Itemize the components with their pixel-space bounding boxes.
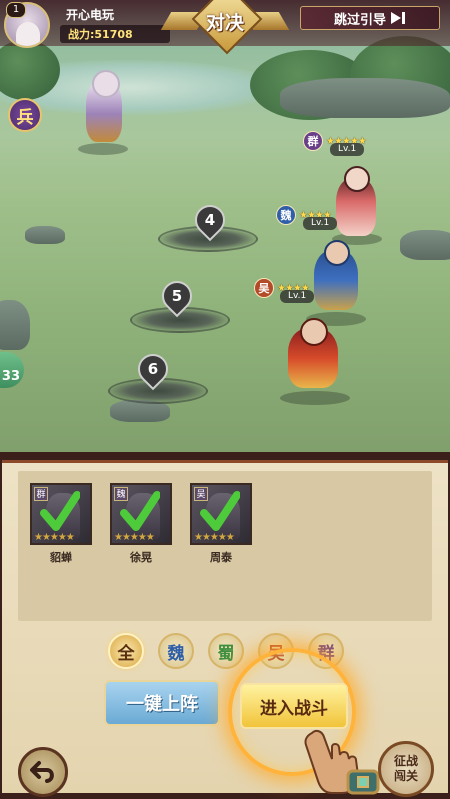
duel-title-text: 对决 bbox=[205, 12, 244, 34]
side-tab-count: 33 bbox=[1, 369, 20, 384]
rock bbox=[280, 78, 450, 118]
hero-name: 貂蝉 bbox=[50, 551, 72, 564]
filter-wei[interactable]: 魏 bbox=[158, 633, 194, 669]
skip-guide-button[interactable]: 跳过引导 bbox=[300, 6, 440, 30]
formation-slot-4[interactable]: 4 bbox=[158, 198, 258, 252]
star-rating: ★★★★★ bbox=[34, 532, 75, 543]
slot-number: 4 bbox=[204, 211, 216, 229]
enemy-level: Lv.1 bbox=[303, 217, 338, 230]
slot-number: 6 bbox=[147, 360, 159, 378]
hero-name: 周泰 bbox=[210, 551, 232, 564]
enemy-level: Lv.1 bbox=[330, 143, 365, 156]
battle-scene: 4 5 6 群 ★★★★★ Lv.1 魏 ★★★★ Lv.1 吴 ★★★★ Lv… bbox=[0, 0, 450, 452]
back-arrow-icon bbox=[30, 761, 54, 783]
back-button[interactable] bbox=[18, 747, 68, 797]
duel-title: 对决 bbox=[160, 0, 290, 55]
formation-slot-5[interactable]: 5 bbox=[130, 274, 230, 333]
enemy-level: Lv.1 bbox=[280, 290, 315, 303]
formation-slot-6[interactable]: 6 bbox=[108, 347, 208, 404]
hero-roster: 群 ★★★★★ 貂蝉 魏 ★★★★★ 徐晃 吴 ★★★★★ 周泰 bbox=[18, 471, 432, 621]
filter-all[interactable]: 全 bbox=[108, 633, 144, 669]
combat-power: 战力:51708 bbox=[60, 25, 170, 43]
star-rating: ★★★★★ bbox=[114, 532, 155, 543]
skip-forward-icon bbox=[391, 12, 405, 24]
combat-power-value: 战力:51708 bbox=[68, 28, 133, 41]
check-icon bbox=[120, 491, 160, 531]
faction-icon: 吴 bbox=[254, 278, 274, 298]
check-icon bbox=[200, 491, 240, 531]
faction-filter-bar: 全 魏 蜀 吴 群 bbox=[2, 633, 448, 671]
slot-number: 5 bbox=[171, 287, 183, 305]
check-icon bbox=[40, 491, 80, 531]
skip-guide-label: 跳过引导 bbox=[333, 12, 386, 28]
filter-shu[interactable]: 蜀 bbox=[208, 633, 244, 669]
rock bbox=[0, 300, 30, 350]
enemy-hero-sprite[interactable] bbox=[322, 160, 392, 245]
lineup-panel-inner: 群 ★★★★★ 貂蝉 魏 ★★★★★ 徐晃 吴 ★★★★★ 周泰 全 魏 蜀 吴… bbox=[2, 460, 448, 797]
faction-icon: 群 bbox=[303, 131, 323, 151]
player-name: 开心电玩 bbox=[66, 8, 115, 22]
hero-card-zhoutai[interactable]: 吴 ★★★★★ bbox=[190, 483, 252, 545]
enemy-hero-sprite[interactable] bbox=[258, 310, 368, 405]
player-level-badge: 1 bbox=[6, 2, 26, 18]
conquer-label-2: 闯关 bbox=[393, 769, 418, 783]
troop-type-button[interactable]: 兵 bbox=[8, 98, 42, 132]
rock bbox=[25, 226, 65, 244]
star-rating: ★★★★★ bbox=[194, 532, 235, 543]
hero-card-xuhuang[interactable]: 魏 ★★★★★ bbox=[110, 483, 172, 545]
lineup-panel: 群 ★★★★★ 貂蝉 魏 ★★★★★ 徐晃 吴 ★★★★★ 周泰 全 魏 蜀 吴… bbox=[0, 452, 450, 799]
pointing-hand-icon bbox=[304, 729, 380, 795]
player-hero-sprite[interactable] bbox=[68, 60, 138, 155]
conquer-stage-button[interactable]: 征战 闯关 bbox=[378, 741, 434, 797]
one-click-deploy-button[interactable]: 一键上阵 bbox=[104, 680, 220, 726]
faction-icon: 魏 bbox=[276, 205, 296, 225]
conquer-label-1: 征战 bbox=[393, 754, 418, 768]
enter-battle-button[interactable]: 进入战斗 bbox=[240, 683, 348, 729]
hero-name: 徐晃 bbox=[130, 551, 152, 564]
rock bbox=[400, 230, 450, 260]
hero-card-diaochan[interactable]: 群 ★★★★★ bbox=[30, 483, 92, 545]
